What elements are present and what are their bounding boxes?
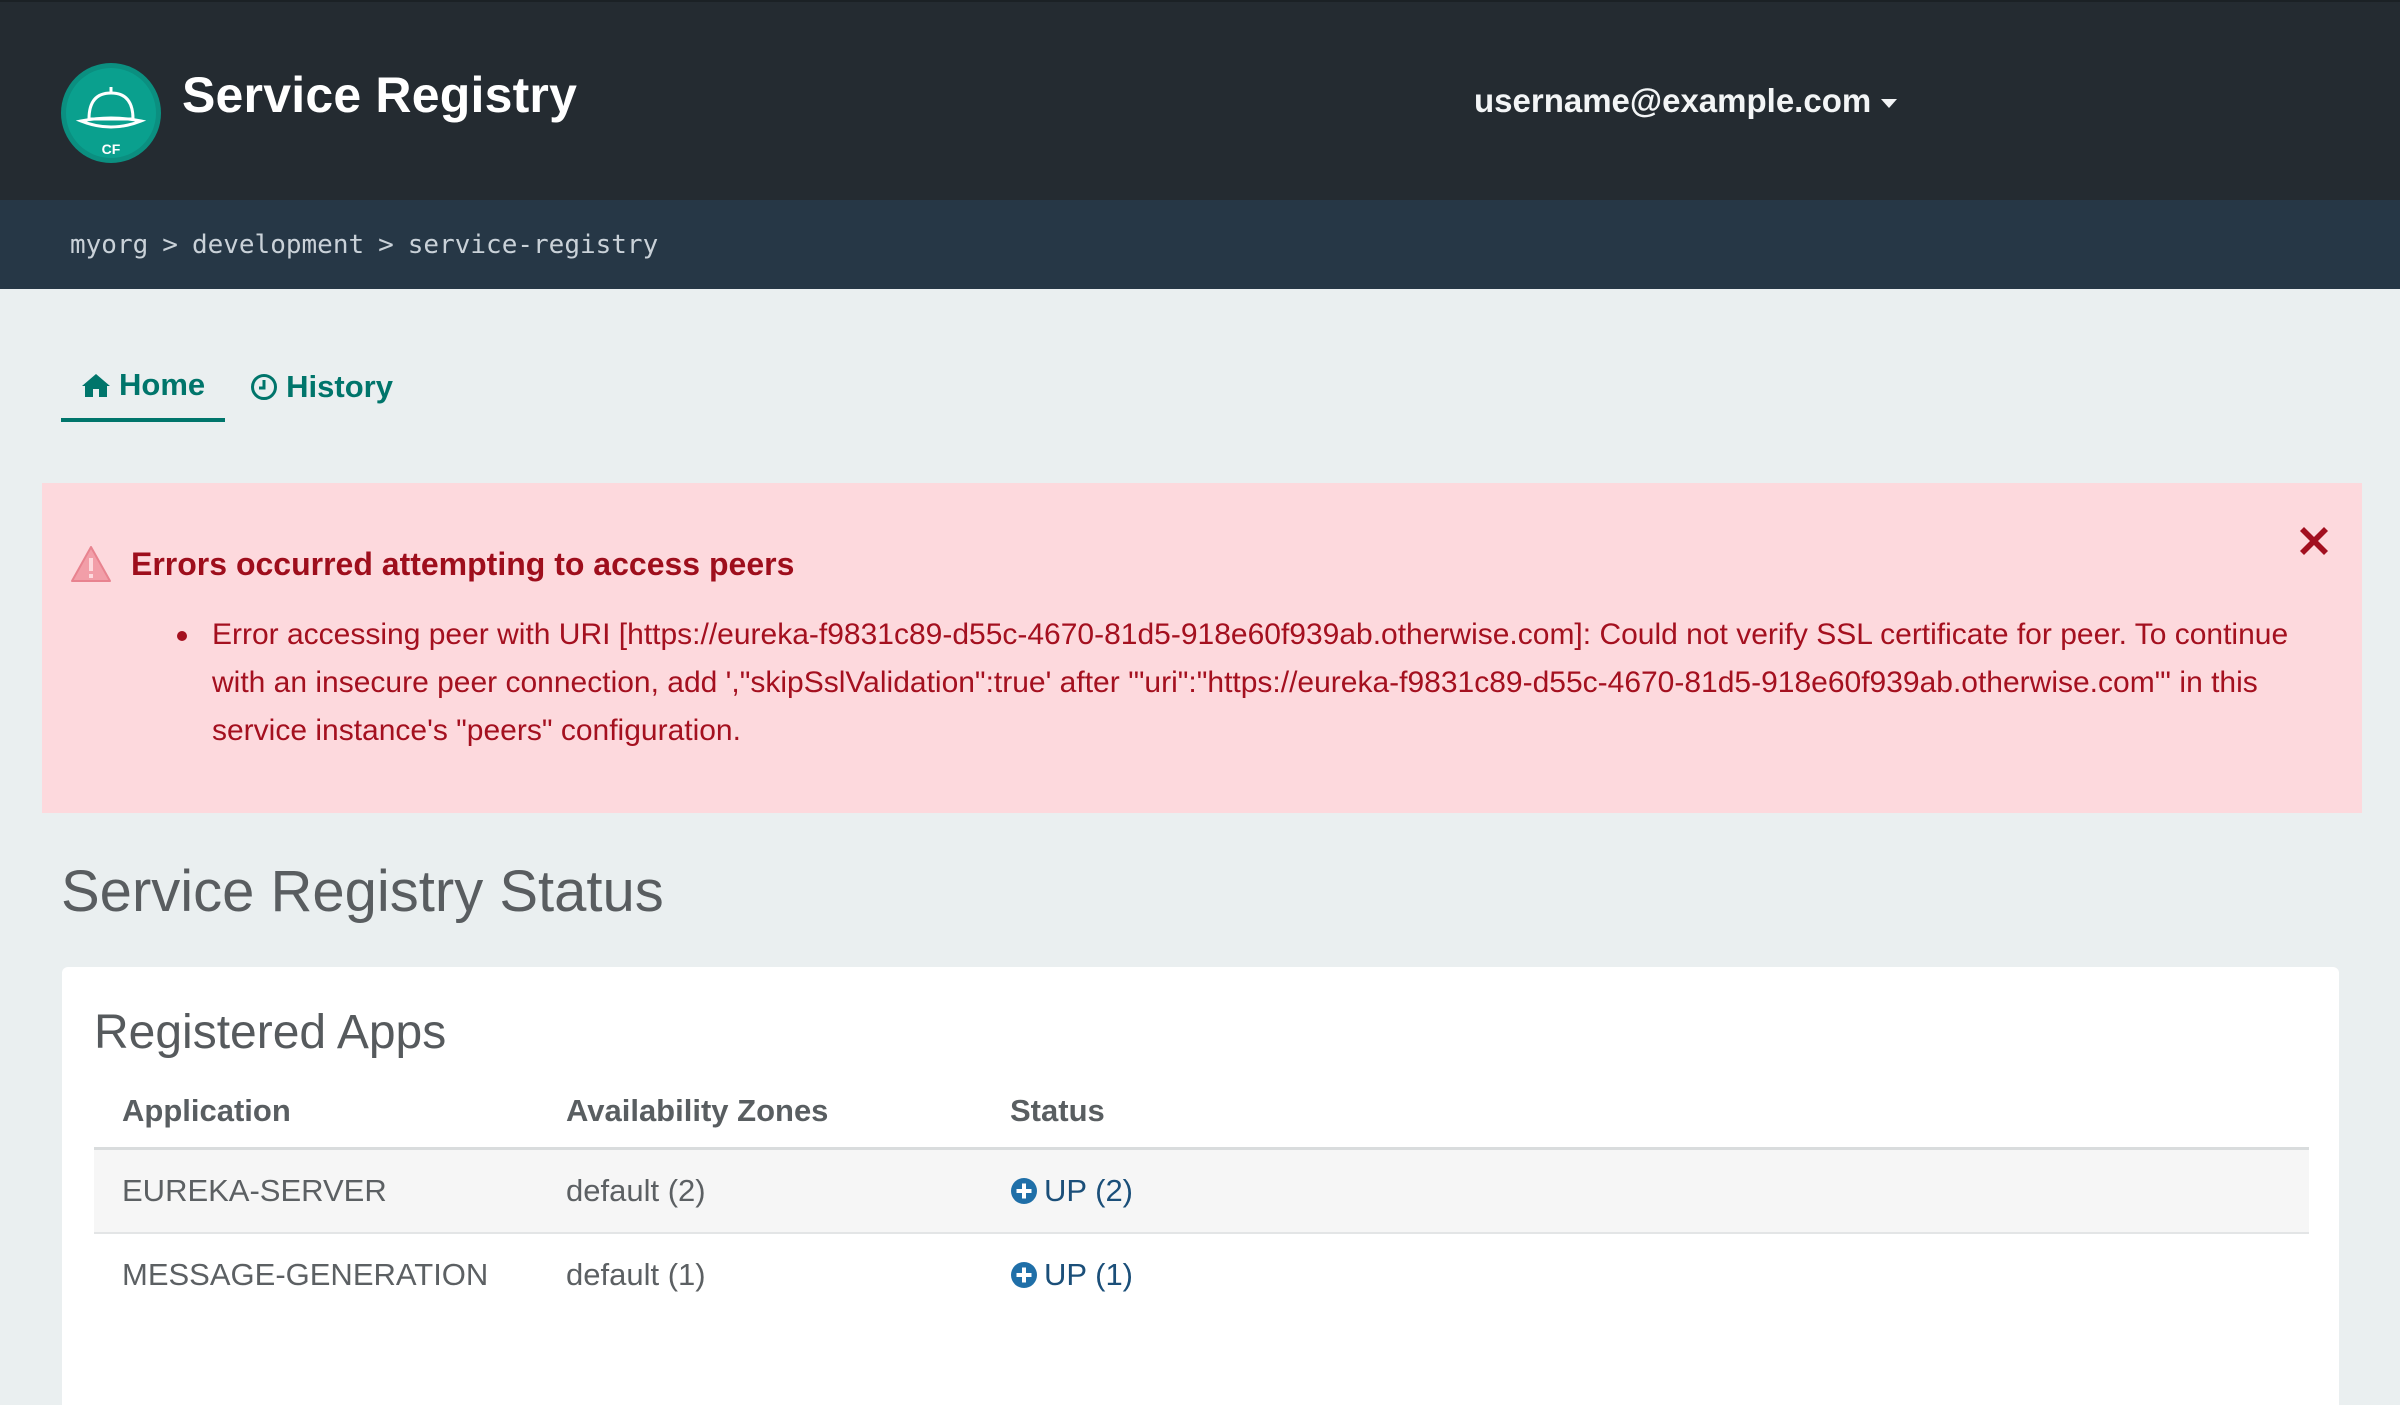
status-cell-wrap: UP (2) (982, 1148, 2309, 1234)
alert-title: Errors occurred attempting to access pee… (131, 546, 795, 582)
alert-message: Error accessing peer with URI [https://e… (177, 611, 2332, 755)
tab-history[interactable]: History (230, 352, 413, 422)
user-email: username@example.com (1474, 82, 1872, 119)
app-header: CF Service Registry username@example.com (0, 0, 2400, 200)
status-text: UP (2) (1044, 1173, 1134, 1208)
nav-tabs: Home History (61, 352, 418, 422)
zones-cell: default (2) (538, 1148, 982, 1234)
page-title: Service Registry Status (61, 859, 664, 924)
home-icon (81, 372, 111, 398)
peer-error-alert: Errors occurred attempting to access pee… (42, 483, 2362, 813)
zones-cell: default (1) (566, 1257, 706, 1292)
status-cell-wrap: UP (1) (982, 1233, 2309, 1316)
cf-logo[interactable]: CF (61, 63, 161, 163)
column-header-status: Status (982, 1075, 2309, 1150)
app-name-cell: MESSAGE-GENERATION (122, 1257, 489, 1292)
breadcrumb-separator: > (378, 229, 394, 260)
helmet-logo-icon: CF (61, 63, 161, 163)
breadcrumb-separator: > (162, 229, 178, 260)
table-row: MESSAGE-GENERATION default (1) UP (1) (94, 1233, 2309, 1316)
app-title: Service Registry (182, 67, 578, 123)
breadcrumb-bar: myorg > development > service-registry (0, 200, 2400, 289)
tab-home[interactable]: Home (61, 352, 226, 422)
registered-apps-table: Application Availability Zones Status EU… (94, 1075, 2309, 1316)
breadcrumb-service[interactable]: service-registry (408, 230, 658, 260)
plus-circle-icon (1010, 1177, 1038, 1205)
warning-icon (70, 545, 112, 588)
tab-history-label: History (286, 369, 393, 404)
app-name-cell: EUREKA-SERVER (94, 1148, 538, 1234)
breadcrumb-org[interactable]: myorg (70, 230, 148, 260)
user-menu-dropdown[interactable]: username@example.com (1474, 82, 1898, 120)
status-text: UP (1) (1044, 1257, 1134, 1292)
column-header-zones: Availability Zones (538, 1075, 982, 1150)
status-link[interactable]: UP (2) (1010, 1173, 2309, 1209)
status-link[interactable]: UP (1) (1010, 1257, 2309, 1293)
breadcrumb-space[interactable]: development (192, 230, 364, 260)
close-icon[interactable] (2294, 521, 2334, 561)
breadcrumb: myorg > development > service-registry (70, 200, 658, 289)
column-header-application: Application (94, 1075, 538, 1150)
table-header-row: Application Availability Zones Status (94, 1075, 2309, 1150)
registered-apps-card: Registered Apps Application Availability… (62, 967, 2339, 1405)
table-row: EUREKA-SERVER default (2) UP (2) (94, 1148, 2309, 1234)
plus-circle-icon (1010, 1261, 1038, 1289)
alert-messages: Error accessing peer with URI [https://e… (177, 611, 2332, 755)
tab-home-label: Home (119, 367, 206, 402)
svg-text:CF: CF (102, 141, 121, 157)
registered-apps-title: Registered Apps (94, 1006, 447, 1059)
caret-down-icon (1881, 98, 1898, 108)
clock-icon (250, 373, 278, 401)
